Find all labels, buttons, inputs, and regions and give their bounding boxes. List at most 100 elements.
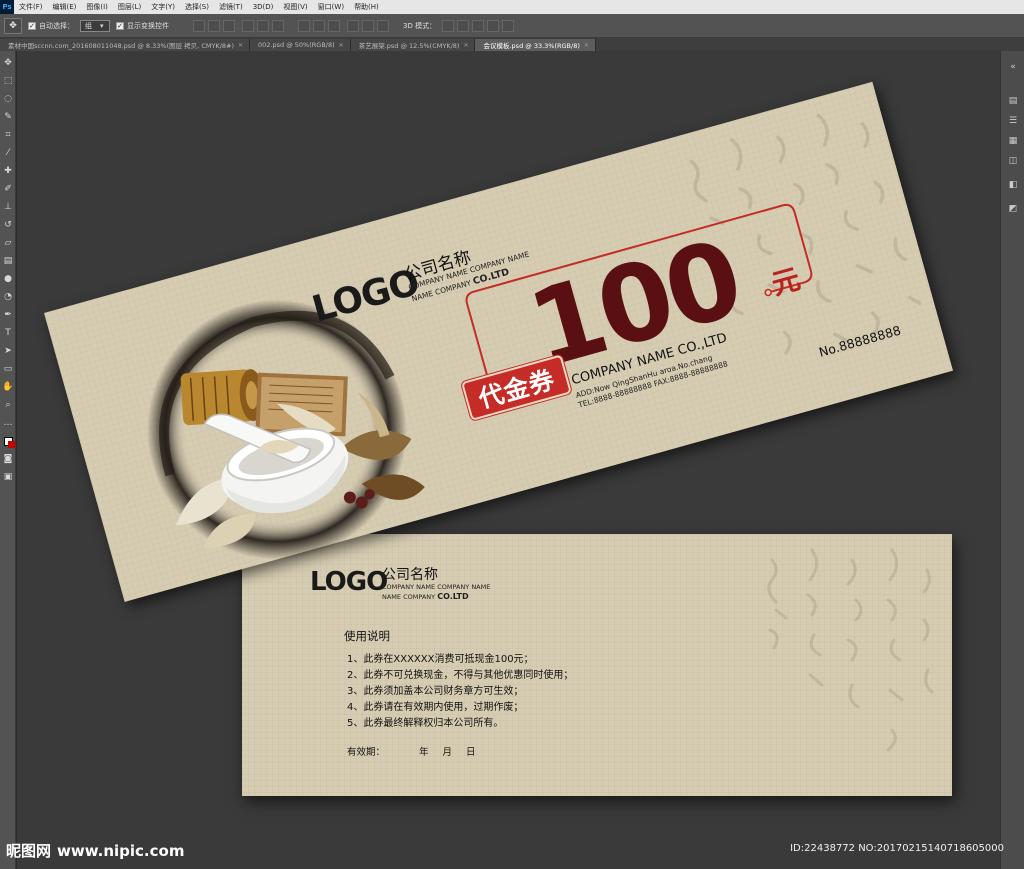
blur-tool-icon[interactable]: ● <box>2 273 14 285</box>
show-transform-checkbox[interactable]: ✓ <box>116 21 124 30</box>
zoom-tool-icon[interactable]: ⌕ <box>2 399 14 411</box>
document-tab[interactable]: 002.psd @ 50%(RGB/8) ✕ <box>250 39 351 51</box>
voucher-back: LOGO 公司名称 COMPANY NAME COMPANY NAME NAME… <box>242 534 952 796</box>
crop-tool-icon[interactable]: ⌗ <box>2 129 14 141</box>
menu-view[interactable]: 视图(V) <box>278 2 312 12</box>
back-company-en-prefix: NAME COMPANY <box>382 593 438 601</box>
calligraphy-background-icon <box>767 548 934 752</box>
close-icon[interactable]: ✕ <box>339 42 344 49</box>
history-brush-tool-icon[interactable]: ↺ <box>2 219 14 231</box>
usage-item: 3、此券须加盖本公司财务章方可生效； <box>347 686 524 697</box>
auto-select-label: 自动选择： <box>39 21 74 30</box>
usage-item: 2、此券不可兑换现金，不得与其他优惠同时使用； <box>347 670 574 681</box>
healing-brush-tool-icon[interactable]: ✚ <box>2 165 14 177</box>
menu-edit[interactable]: 编辑(E) <box>48 2 82 12</box>
auto-select-option[interactable]: ✓ 自动选择： <box>28 21 74 31</box>
menu-file[interactable]: 文件(F) <box>14 2 48 12</box>
watermark-site: www.nipic.com <box>57 842 185 860</box>
auto-select-dropdown[interactable]: 组 ▾ <box>80 19 110 32</box>
show-transform-label: 显示变换控件 <box>127 21 169 30</box>
validity-year: 年 <box>419 747 429 758</box>
3d-roll-icon[interactable] <box>457 19 470 32</box>
3d-rotate-icon[interactable] <box>442 19 455 32</box>
paths-panel-icon[interactable]: ◩ <box>1007 203 1019 215</box>
chevron-down-icon: ▾ <box>100 21 104 30</box>
distribute-top-icon[interactable] <box>298 19 310 32</box>
type-tool-icon[interactable]: T <box>2 327 14 339</box>
menu-select[interactable]: 选择(S) <box>180 2 214 12</box>
brush-tool-icon[interactable]: ✐ <box>2 183 14 195</box>
document-tab[interactable]: 素材中国sccnn.com_201608011048.psd @ 8.33%(图… <box>0 39 251 51</box>
hand-tool-icon[interactable]: ✋ <box>2 381 14 393</box>
clone-stamp-tool-icon[interactable]: ⊥ <box>2 201 14 213</box>
align-top-icon[interactable] <box>193 19 205 32</box>
align-center-icon[interactable] <box>257 19 269 32</box>
photoshop-logo: Ps <box>0 0 14 14</box>
back-company-name-en-line1: COMPANY NAME COMPANY NAME <box>382 583 491 591</box>
close-icon[interactable]: ✕ <box>584 42 589 49</box>
layers-panel-icon[interactable]: ◫ <box>1007 155 1019 167</box>
3d-scale-icon[interactable] <box>502 19 515 32</box>
close-icon[interactable]: ✕ <box>238 42 243 49</box>
distribute-right-icon[interactable] <box>377 19 389 32</box>
quick-mask-icon[interactable]: ◙ <box>2 453 14 465</box>
usage-instructions-title: 使用说明 <box>344 629 390 643</box>
history-panel-icon[interactable]: ▤ <box>1007 95 1019 107</box>
eyedropper-tool-icon[interactable]: ⁄ <box>2 147 14 159</box>
validity-label: 有效期： <box>347 747 386 758</box>
lasso-tool-icon[interactable]: ◌ <box>2 93 14 105</box>
document-tab-bar: 素材中国sccnn.com_201608011048.psd @ 8.33%(图… <box>0 38 1024 51</box>
menu-filter[interactable]: 滤镜(T) <box>214 2 248 12</box>
swatches-panel-icon[interactable]: ▦ <box>1007 135 1019 147</box>
dodge-tool-icon[interactable]: ◔ <box>2 291 14 303</box>
shape-tool-icon[interactable]: ▭ <box>2 363 14 375</box>
3d-slide-icon[interactable] <box>487 19 500 32</box>
path-select-tool-icon[interactable]: ➤ <box>2 345 14 357</box>
color-swatch-icon[interactable] <box>2 435 15 448</box>
auto-select-value: 组 <box>85 21 92 30</box>
distribute-middle-icon[interactable] <box>313 19 325 32</box>
3d-mode-buttons <box>442 19 515 32</box>
back-logo: LOGO <box>310 567 388 597</box>
quick-select-tool-icon[interactable]: ✎ <box>2 111 14 123</box>
menu-3d[interactable]: 3D(D) <box>248 3 279 11</box>
extra-tools-icon[interactable]: … <box>2 417 14 429</box>
menu-type[interactable]: 文字(Y) <box>146 2 180 12</box>
close-icon[interactable]: ✕ <box>463 42 468 49</box>
document-tab-active[interactable]: 会议模板.psd @ 33.3%(RGB/8) ✕ <box>475 39 596 51</box>
pen-tool-icon[interactable]: ✒ <box>2 309 14 321</box>
properties-panel-icon[interactable]: ☰ <box>1007 115 1019 127</box>
tab-label: 素材中国sccnn.com_201608011048.psd @ 8.33%(图… <box>8 42 235 50</box>
move-tool-preset-icon[interactable]: ✥ <box>4 17 22 34</box>
menu-help[interactable]: 帮助(H) <box>349 2 384 12</box>
align-left-icon[interactable] <box>242 19 254 32</box>
auto-select-checkbox[interactable]: ✓ <box>28 21 36 30</box>
tab-label: 002.psd @ 50%(RGB/8) <box>258 41 335 49</box>
distribute-bottom-icon[interactable] <box>328 19 340 32</box>
align-right-icon[interactable] <box>272 19 284 32</box>
eraser-tool-icon[interactable]: ▱ <box>2 237 14 249</box>
show-transform-option[interactable]: ✓ 显示变换控件 <box>116 21 169 31</box>
channels-panel-icon[interactable]: ◧ <box>1007 179 1019 191</box>
menu-image[interactable]: 图像(I) <box>81 2 113 12</box>
3d-pan-icon[interactable] <box>472 19 485 32</box>
collapse-panels-icon[interactable]: « <box>1007 61 1019 73</box>
watermark-brand-name: 昵图网 <box>6 842 52 860</box>
align-middle-icon[interactable] <box>208 19 220 32</box>
menu-bar: Ps 文件(F) 编辑(E) 图像(I) 图层(L) 文字(Y) 选择(S) 滤… <box>0 0 1024 14</box>
gradient-tool-icon[interactable]: ▤ <box>2 255 14 267</box>
menu-layer[interactable]: 图层(L) <box>113 2 146 12</box>
document-tab[interactable]: 茶艺展架.psd @ 12.5%(CMYK/8) ✕ <box>350 39 476 51</box>
screen-mode-icon[interactable]: ▣ <box>2 471 14 483</box>
marquee-tool-icon[interactable]: ⬚ <box>2 75 14 87</box>
tools-panel: ✥ ⬚ ◌ ✎ ⌗ ⁄ ✚ ✐ ⊥ ↺ ▱ ▤ ● ◔ ✒ T ➤ ▭ ✋ ⌕ … <box>0 51 16 869</box>
mode-3d-label: 3D 模式： <box>403 21 437 30</box>
distribute-left-icon[interactable] <box>347 19 359 32</box>
tab-label: 会议模板.psd @ 33.3%(RGB/8) <box>483 42 580 50</box>
tab-label: 茶艺展架.psd @ 12.5%(CMYK/8) <box>358 42 460 50</box>
align-bottom-icon[interactable] <box>223 19 235 32</box>
menu-window[interactable]: 窗口(W) <box>313 2 349 12</box>
move-tool-icon[interactable]: ✥ <box>2 57 14 69</box>
distribute-center-icon[interactable] <box>362 19 374 32</box>
validity-period: 有效期： 年 月 日 <box>347 744 476 758</box>
